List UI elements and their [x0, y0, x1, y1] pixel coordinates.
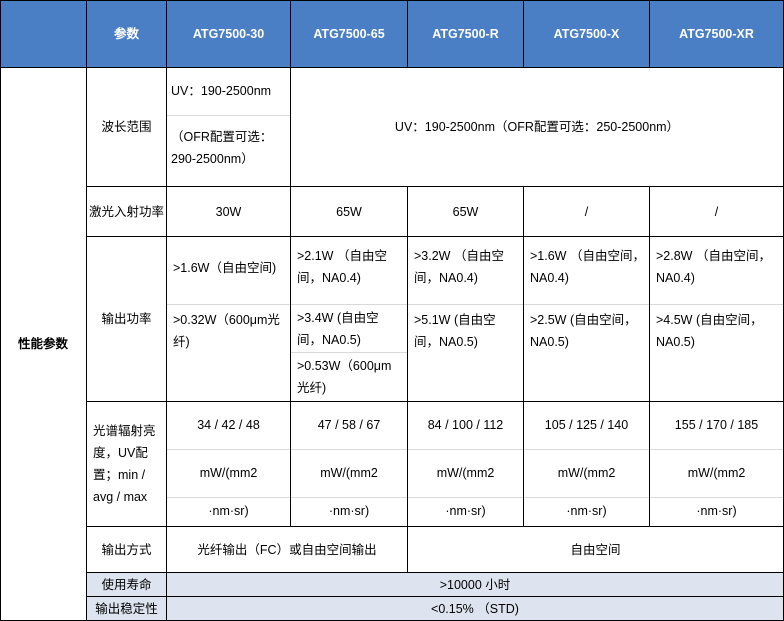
radiance-mr-unit2: ·nm·sr): [445, 504, 486, 518]
output-power-mxr-2: >4.5W (自由空间，NA0.5): [656, 313, 763, 349]
radiance-m65-value: 47 / 58 / 67: [291, 402, 407, 450]
output-power-mx-2: >2.5W (自由空间，NA0.5): [530, 313, 637, 349]
output-mode-fiber: 光纤输出（FC）或自由空间输出: [197, 542, 377, 557]
header-model-xr: ATG7500-XR: [650, 0, 784, 68]
output-power-mr-2: >5.1W (自由空间，NA0.5): [414, 313, 496, 349]
laser-power-value: /: [584, 204, 589, 219]
wavelength-m30-line1: UV：190-2500nm: [167, 68, 290, 116]
radiance-label: 光谱辐射亮度，UV配置；min / avg / max: [93, 424, 156, 504]
output-power-m65-2: >3.4W (自由空间，NA0.5): [291, 305, 407, 353]
header-model-x: ATG7500-X: [524, 0, 650, 68]
radiance-mxr-value: 155 / 170 / 185: [650, 402, 783, 450]
wavelength-label-cell: 波长范围: [87, 68, 167, 187]
radiance-m65-cell: 47 / 58 / 67 mW/(mm2 ·nm·sr): [291, 402, 408, 527]
output-power-m30-2: >0.32W（600μm光纤): [173, 313, 280, 349]
output-mode-label-cell: 输出方式: [87, 527, 167, 573]
laser-power-m65: 65W: [291, 187, 408, 237]
output-power-m30-cell: >1.6W（自由空间) >0.32W（600μm光纤): [167, 237, 291, 402]
radiance-m30-unit2: ·nm·sr): [208, 504, 249, 518]
radiance-mxr-unit1: mW/(mm2: [650, 450, 783, 498]
spec-table: 参数 ATG7500-30 ATG7500-65 ATG7500-R ATG75…: [0, 0, 784, 621]
laser-power-mxr: /: [650, 187, 784, 237]
output-power-mxr-cell: >2.8W （自由空间，NA0.4) >4.5W (自由空间，NA0.5): [650, 237, 784, 402]
model-name: ATG7500-30: [192, 26, 265, 41]
output-mode-free: 自由空间: [570, 542, 621, 557]
lifetime-label-cell: 使用寿命: [87, 573, 167, 597]
output-mode-label: 输出方式: [101, 542, 152, 557]
laser-power-value: 30W: [215, 204, 242, 219]
lifetime-value: >10000 小时: [439, 577, 511, 592]
model-name: ATG7500-65: [313, 26, 385, 41]
lifetime-value-cell: >10000 小时: [167, 573, 784, 597]
radiance-mxr-unit2: ·nm·sr): [696, 504, 737, 518]
output-power-mx-cell: >1.6W （自由空间，NA0.4) >2.5W (自由空间，NA0.5): [524, 237, 650, 402]
radiance-mr-cell: 84 / 100 / 112 mW/(mm2 ·nm·sr): [408, 402, 524, 527]
wavelength-others: UV：190-2500nm（OFR配置可选：250-2500nm）: [394, 120, 680, 134]
laser-power-value: /: [714, 204, 719, 219]
output-power-m65-1: >2.1W （自由空间，NA0.4): [291, 237, 407, 305]
radiance-m65-unit1: mW/(mm2: [291, 450, 407, 498]
output-power-label-cell: 输出功率: [87, 237, 167, 402]
header-model-r: ATG7500-R: [408, 0, 524, 68]
output-power-m65-cell: >2.1W （自由空间，NA0.4) >3.4W (自由空间，NA0.5) >0…: [291, 237, 408, 402]
output-power-label: 输出功率: [101, 312, 152, 326]
radiance-label-cell: 光谱辐射亮度，UV配置；min / avg / max: [87, 402, 167, 527]
radiance-mxr-cell: 155 / 170 / 185 mW/(mm2 ·nm·sr): [650, 402, 784, 527]
section-label: 性能参数: [17, 337, 68, 351]
header-model-30: ATG7500-30: [167, 0, 291, 68]
radiance-mr-unit1: mW/(mm2: [408, 450, 523, 498]
output-power-mx-1: >1.6W （自由空间，NA0.4): [524, 237, 649, 305]
header-param: 参数: [87, 0, 167, 68]
laser-power-value: 65W: [452, 204, 479, 219]
radiance-mx-cell: 105 / 125 / 140 mW/(mm2 ·nm·sr): [524, 402, 650, 527]
radiance-m30-value: 34 / 42 / 48: [167, 402, 290, 450]
stability-value-cell: <0.15% （STD): [167, 597, 784, 621]
radiance-mx-unit1: mW/(mm2: [524, 450, 649, 498]
laser-power-value: 65W: [336, 204, 362, 219]
header-blank-cell: [0, 0, 87, 68]
model-name: ATG7500-X: [553, 26, 620, 41]
laser-power-label-cell: 激光入射功率: [87, 187, 167, 237]
wavelength-others-cell: UV：190-2500nm（OFR配置可选：250-2500nm）: [291, 68, 784, 187]
radiance-mx-value: 105 / 125 / 140: [524, 402, 649, 450]
wavelength-label: 波长范围: [101, 120, 152, 134]
output-power-m30-1: >1.6W（自由空间): [167, 237, 290, 305]
output-mode-fiber-cell: 光纤输出（FC）或自由空间输出: [167, 527, 408, 573]
laser-power-m30: 30W: [167, 187, 291, 237]
radiance-m30-unit1: mW/(mm2: [167, 450, 290, 498]
output-power-mr-cell: >3.2W （自由空间，NA0.4) >5.1W (自由空间，NA0.5): [408, 237, 524, 402]
wavelength-m30-line2: （OFR配置可选：290-2500nm）: [171, 130, 273, 166]
laser-power-mx: /: [524, 187, 650, 237]
stability-value: <0.15% （STD): [431, 601, 519, 616]
section-label-cell: 性能参数: [0, 68, 87, 621]
stability-label: 输出稳定性: [95, 601, 158, 616]
radiance-mr-value: 84 / 100 / 112: [408, 402, 523, 450]
output-power-m65-3: >0.53W（600μm光纤): [297, 359, 392, 395]
header-param-label: 参数: [113, 26, 139, 41]
lifetime-label: 使用寿命: [101, 577, 152, 592]
stability-label-cell: 输出稳定性: [87, 597, 167, 621]
output-power-mr-1: >3.2W （自由空间，NA0.4): [408, 237, 523, 305]
laser-power-mr: 65W: [408, 187, 524, 237]
output-mode-free-cell: 自由空间: [408, 527, 784, 573]
model-name: ATG7500-XR: [679, 26, 754, 41]
model-name: ATG7500-R: [432, 26, 499, 41]
radiance-m65-unit2: ·nm·sr): [328, 504, 370, 518]
radiance-m30-cell: 34 / 42 / 48 mW/(mm2 ·nm·sr): [167, 402, 291, 527]
output-power-mxr-1: >2.8W （自由空间，NA0.4): [650, 237, 783, 305]
header-model-65: ATG7500-65: [291, 0, 408, 68]
radiance-mx-unit2: ·nm·sr): [566, 504, 607, 518]
wavelength-m30-cell: UV：190-2500nm （OFR配置可选：290-2500nm）: [167, 68, 291, 187]
laser-power-label: 激光入射功率: [88, 204, 164, 219]
